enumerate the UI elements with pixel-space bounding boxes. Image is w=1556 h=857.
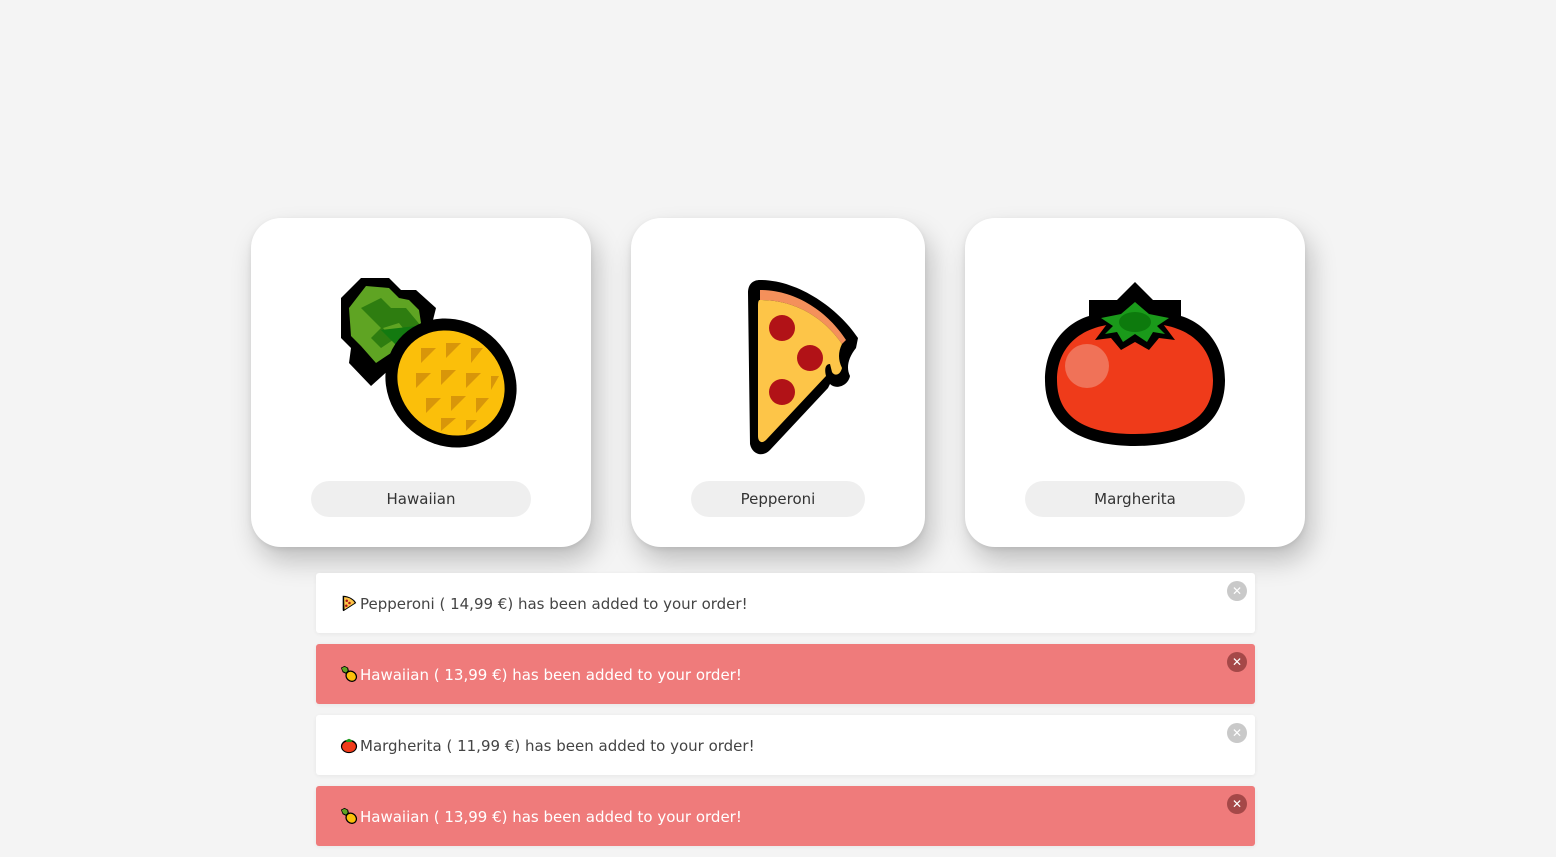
- notification-message: Hawaiian ( 13,99 €) has been added to yo…: [340, 644, 742, 706]
- product-card-pepperoni[interactable]: Pepperoni: [631, 218, 925, 547]
- notification-toast: Hawaiian ( 13,99 €) has been added to yo…: [316, 786, 1255, 846]
- close-icon[interactable]: ✕: [1227, 723, 1247, 743]
- product-card-hawaiian[interactable]: Hawaiian: [251, 218, 591, 547]
- notification-message: Margherita ( 11,99 €) has been added to …: [340, 715, 755, 777]
- notification-toast: Hawaiian ( 13,99 €) has been added to yo…: [316, 644, 1255, 704]
- close-icon[interactable]: ✕: [1227, 652, 1247, 672]
- tomato-icon: [340, 738, 358, 754]
- order-notifications: Pepperoni ( 14,99 €) has been added to y…: [316, 573, 1255, 857]
- tomato-icon: [1035, 268, 1235, 458]
- notification-text: Hawaiian ( 13,99 €) has been added to yo…: [360, 808, 742, 826]
- pizza-icon: [678, 268, 878, 458]
- pineapple-icon: [321, 268, 521, 458]
- notification-text: Pepperoni ( 14,99 €) has been added to y…: [360, 595, 748, 613]
- notification-text: Margherita ( 11,99 €) has been added to …: [360, 737, 755, 755]
- notification-message: Pepperoni ( 14,99 €) has been added to y…: [340, 573, 748, 635]
- hawaiian-button[interactable]: Hawaiian: [311, 481, 531, 517]
- notification-text: Hawaiian ( 13,99 €) has been added to yo…: [360, 666, 742, 684]
- margherita-button[interactable]: Margherita: [1025, 481, 1245, 517]
- notification-toast: Pepperoni ( 14,99 €) has been added to y…: [316, 573, 1255, 633]
- pineapple-icon: [340, 665, 358, 682]
- product-card-margherita[interactable]: Margherita: [965, 218, 1305, 547]
- notification-toast: Margherita ( 11,99 €) has been added to …: [316, 715, 1255, 775]
- pepperoni-button[interactable]: Pepperoni: [691, 481, 865, 517]
- close-icon[interactable]: ✕: [1227, 794, 1247, 814]
- close-icon[interactable]: ✕: [1227, 581, 1247, 601]
- notification-message: Hawaiian ( 13,99 €) has been added to yo…: [340, 786, 742, 848]
- pineapple-icon: [340, 807, 358, 824]
- pizza-icon: [342, 595, 357, 612]
- product-cards: Hawaiian Pepperoni Margherita: [0, 218, 1556, 548]
